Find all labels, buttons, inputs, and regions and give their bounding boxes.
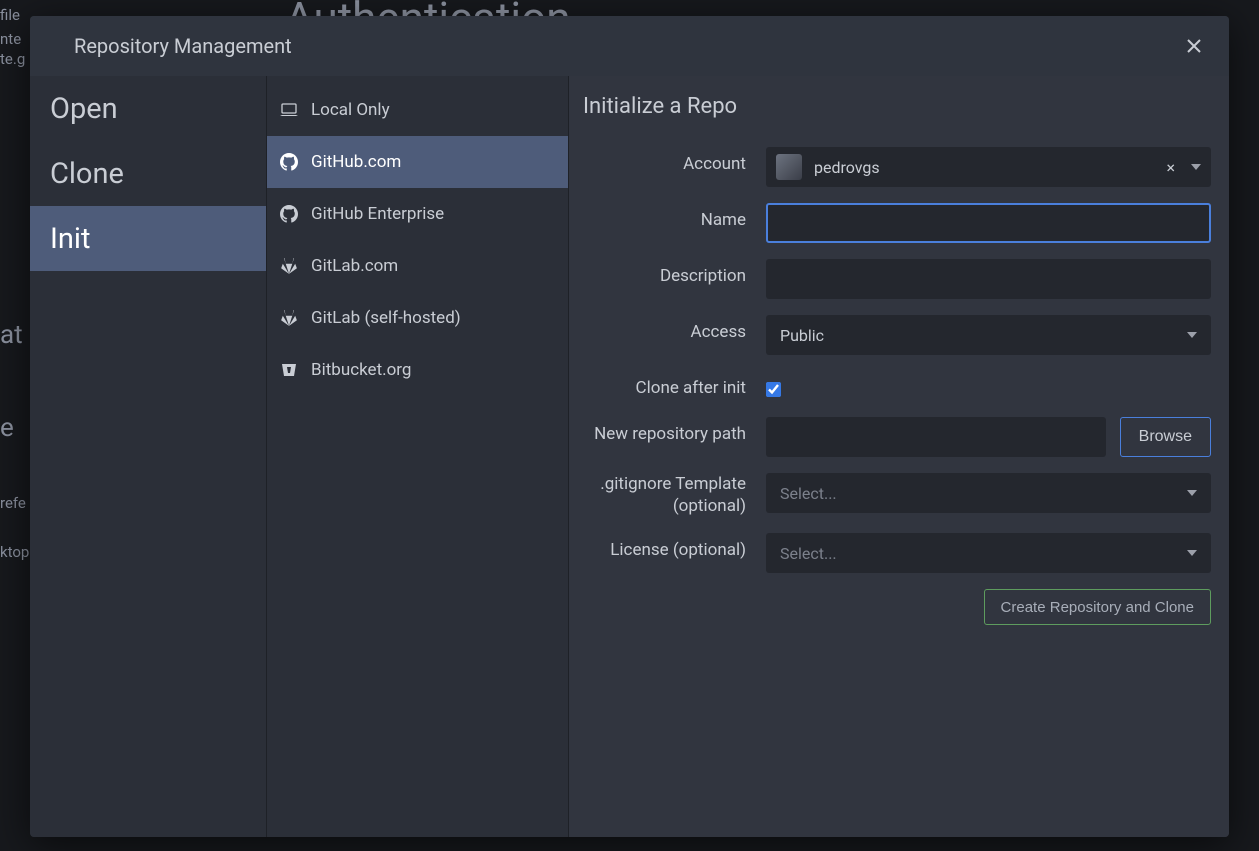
pane-title: Initialize a Repo [583,94,1211,119]
row-clone-after: Clone after init [583,371,1211,401]
repository-management-dialog: Repository Management Open Clone Init Lo… [30,16,1229,837]
name-input[interactable] [766,203,1211,243]
clone-after-checkbox[interactable] [766,382,781,397]
submit-row: Create Repository and Clone [583,589,1211,625]
label-access: Access [583,315,766,342]
dialog-body: Open Clone Init Local Only GitHub.com [30,76,1229,837]
row-gitignore: .gitignore Template (optional) Select... [583,473,1211,517]
gitlab-icon [279,308,299,328]
dialog-title: Repository Management [74,34,1179,58]
provider-local-only[interactable]: Local Only [267,84,568,136]
chevron-down-icon[interactable] [1191,164,1201,170]
chevron-down-icon [1187,332,1197,338]
gitlab-icon [279,256,299,276]
provider-gitlab-self-hosted[interactable]: GitLab (self-hosted) [267,292,568,344]
clear-account-button[interactable]: × [1162,158,1179,177]
laptop-icon [279,100,299,120]
label-license: License (optional) [583,533,766,560]
tab-init[interactable]: Init [30,206,266,271]
close-button[interactable] [1179,31,1209,61]
chevron-down-icon [1187,550,1197,556]
gitignore-placeholder: Select... [780,484,1187,503]
tab-clone[interactable]: Clone [30,141,266,206]
row-access: Access Public [583,315,1211,355]
label-account: Account [583,147,766,174]
provider-label: GitLab.com [311,256,398,276]
github-icon [279,152,299,172]
provider-github-enterprise[interactable]: GitHub Enterprise [267,188,568,240]
provider-list: Local Only GitHub.com GitHub Enterprise … [267,76,569,837]
license-placeholder: Select... [780,544,1187,563]
tab-open[interactable]: Open [30,76,266,141]
provider-label: Bitbucket.org [311,360,411,380]
row-account: Account pedrovgs × [583,147,1211,187]
dialog-header: Repository Management [30,16,1229,76]
provider-label: GitHub.com [311,152,401,172]
row-description: Description [583,259,1211,299]
provider-label: GitLab (self-hosted) [311,308,461,328]
label-description: Description [583,259,766,286]
bitbucket-icon [279,360,299,380]
bg-fragment: refe [0,494,26,512]
account-select[interactable]: pedrovgs × [766,147,1211,187]
provider-label: GitHub Enterprise [311,204,444,224]
bg-fragment: e [0,413,14,443]
github-icon [279,204,299,224]
label-repo-path: New repository path [583,417,766,444]
bg-fragment: nte [0,30,21,48]
access-select[interactable]: Public [766,315,1211,355]
provider-bitbucket[interactable]: Bitbucket.org [267,344,568,396]
description-input[interactable] [766,259,1211,299]
chevron-down-icon [1187,490,1197,496]
license-select[interactable]: Select... [766,533,1211,573]
row-name: Name [583,203,1211,243]
bg-fragment: te.g [0,50,25,68]
access-value: Public [780,326,1187,345]
label-name: Name [583,203,766,230]
browse-button[interactable]: Browse [1120,417,1211,457]
row-repo-path: New repository path Browse [583,417,1211,457]
bg-fragment: at [0,320,23,350]
repo-path-input[interactable] [766,417,1106,457]
label-clone-after: Clone after init [583,371,766,398]
init-form-pane: Initialize a Repo Account pedrovgs × Nam… [569,76,1229,837]
gitignore-select[interactable]: Select... [766,473,1211,513]
provider-gitlab-com[interactable]: GitLab.com [267,240,568,292]
label-gitignore: .gitignore Template (optional) [583,473,766,517]
close-icon [1187,39,1201,53]
avatar [776,154,802,180]
sidebar-tabs: Open Clone Init [30,76,267,837]
create-repo-button[interactable]: Create Repository and Clone [984,589,1211,625]
bg-fragment: ktop [0,543,29,561]
provider-github-com[interactable]: GitHub.com [267,136,568,188]
account-value: pedrovgs [814,158,1150,177]
row-license: License (optional) Select... [583,533,1211,573]
bg-fragment: file [0,6,20,24]
provider-label: Local Only [311,100,390,120]
